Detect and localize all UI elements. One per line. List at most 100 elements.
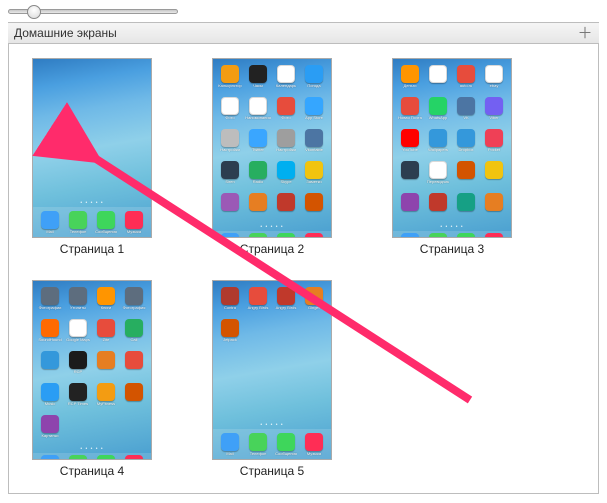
app-icon-item: auto.ru: [453, 65, 479, 93]
dock-app: Телефон: [425, 233, 451, 238]
app-icon: [277, 287, 295, 305]
app-icon: [457, 161, 475, 179]
app-icon-item: WhatsApp: [425, 97, 451, 125]
app-icon-item: ebay: [481, 65, 507, 93]
page-item: • • • • •MailТелефонСообщенияМузыкаСтран…: [23, 58, 161, 256]
app-icon: [125, 455, 143, 460]
apps-grid: Деньгиauto.ruebayНовая ПочтаWhatsAppVKVi…: [393, 59, 511, 223]
app-label: Фотографии: [39, 306, 62, 310]
app-icon: [97, 383, 115, 401]
app-icon: [221, 97, 239, 115]
app-icon: [97, 211, 115, 229]
app-icon: [125, 287, 143, 305]
page-label: Страница 3: [420, 242, 484, 256]
app-label: Калькулятор: [218, 84, 241, 88]
app-label: WhatsApp: [429, 116, 447, 120]
app-icon-item: Viber: [481, 97, 507, 125]
zoom-slider[interactable]: [8, 9, 178, 14]
app-icon: [485, 65, 503, 83]
app-icon: [97, 351, 115, 369]
app-icon: [97, 287, 115, 305]
dock-app: Музыка: [121, 211, 147, 234]
app-icon-item: Pocket: [481, 129, 507, 157]
app-icon-item: [453, 193, 479, 221]
app-icon: [277, 433, 295, 451]
app-label: RCP: [74, 370, 82, 374]
dock-app: Сообщения: [273, 233, 299, 238]
app-icon-item: [37, 351, 63, 379]
home-screen-thumbnail[interactable]: ФотографииУтилитыКнигиФотографияSoundHou…: [32, 280, 152, 460]
app-icon: [125, 319, 143, 337]
app-icon: [401, 97, 419, 115]
home-screens-panel: • • • • •MailТелефонСообщенияМузыкаСтран…: [8, 44, 599, 494]
page-dots: • • • • •: [393, 223, 511, 231]
app-label: Погода: [307, 84, 320, 88]
app-icon-item: Contra: [217, 287, 243, 315]
app-icon-item: [301, 193, 327, 221]
dock-app: Сообщения: [93, 211, 119, 234]
dock-app: Телефон: [65, 455, 91, 460]
app-icon-item: [481, 193, 507, 221]
app-icon-item: Часы: [245, 65, 271, 93]
dock-app: Mail: [397, 233, 423, 238]
app-icon: [277, 129, 295, 147]
app-icon-item: [425, 193, 451, 221]
app-label: ebay: [490, 84, 499, 88]
app-label: Wallpapers: [428, 148, 448, 152]
app-icon: [485, 193, 503, 211]
dock-app: Сообщения: [93, 455, 119, 460]
app-label: Ginger: [308, 306, 320, 310]
app-icon: [429, 161, 447, 179]
app-label: Фотография: [123, 306, 146, 310]
app-icon-item: [273, 193, 299, 221]
page-dots: • • • • •: [213, 421, 331, 429]
page-dots: • • • • •: [213, 223, 331, 231]
app-icon-item: RCP Times: [65, 383, 91, 411]
add-page-button[interactable]: ＋: [577, 25, 593, 41]
app-icon: [249, 97, 267, 115]
home-screen-thumbnail[interactable]: • • • • •MailТелефонСообщенияМузыка: [32, 58, 152, 238]
app-icon: [429, 97, 447, 115]
app-icon-item: Утилиты: [65, 287, 91, 315]
dock-app: Музыка: [121, 455, 147, 460]
app-icon-item: Фото: [217, 97, 243, 125]
app-icon: [69, 211, 87, 229]
app-icon: [277, 233, 295, 238]
app-icon: [277, 193, 295, 211]
home-screen-thumbnail[interactable]: Деньгиauto.ruebayНовая ПочтаWhatsAppVKVi…: [392, 58, 512, 238]
app-label: Siren: [225, 180, 234, 184]
app-icon-item: [93, 351, 119, 379]
app-icon: [69, 319, 87, 337]
app-label: Contra: [224, 306, 236, 310]
app-icon-item: Ginger: [301, 287, 327, 315]
app-icon: [277, 65, 295, 83]
app-icon-item: Календарь: [273, 65, 299, 93]
app-label: Телефон: [250, 452, 267, 456]
app-icon: [485, 129, 503, 147]
app-icon: [249, 193, 267, 211]
app-icon: [41, 211, 59, 229]
dock-app: Музыка: [481, 233, 507, 238]
app-icon-item: [425, 65, 451, 93]
zoom-slider-thumb[interactable]: [27, 5, 41, 19]
app-label: RCP Times: [68, 402, 88, 406]
app-label: Деньги: [404, 84, 417, 88]
app-icon: [305, 65, 323, 83]
app-icon: [457, 65, 475, 83]
app-icon: [125, 383, 143, 401]
app-icon-item: Фото: [273, 97, 299, 125]
dock-app: Телефон: [245, 433, 271, 456]
app-icon-item: Dropbox: [453, 129, 479, 157]
app-label: App Store: [305, 116, 323, 120]
app-icon: [41, 351, 59, 369]
app-label: MyFitness: [97, 402, 115, 406]
app-icon: [221, 287, 239, 305]
app-label: Переводчик: [427, 180, 449, 184]
app-label: Zite: [103, 338, 110, 342]
app-icon-item: [481, 161, 507, 189]
app-label: Music: [45, 402, 55, 406]
home-screen-thumbnail[interactable]: ContraAngry BirdsAngry BirdsGingerJetpac…: [212, 280, 332, 460]
app-label: Angry Birds: [276, 306, 297, 310]
apps-grid: ContraAngry BirdsAngry BirdsGingerJetpac…: [213, 281, 331, 421]
home-screen-thumbnail[interactable]: КалькуляторЧасыКалендарьПогодаФотоНапоми…: [212, 58, 332, 238]
